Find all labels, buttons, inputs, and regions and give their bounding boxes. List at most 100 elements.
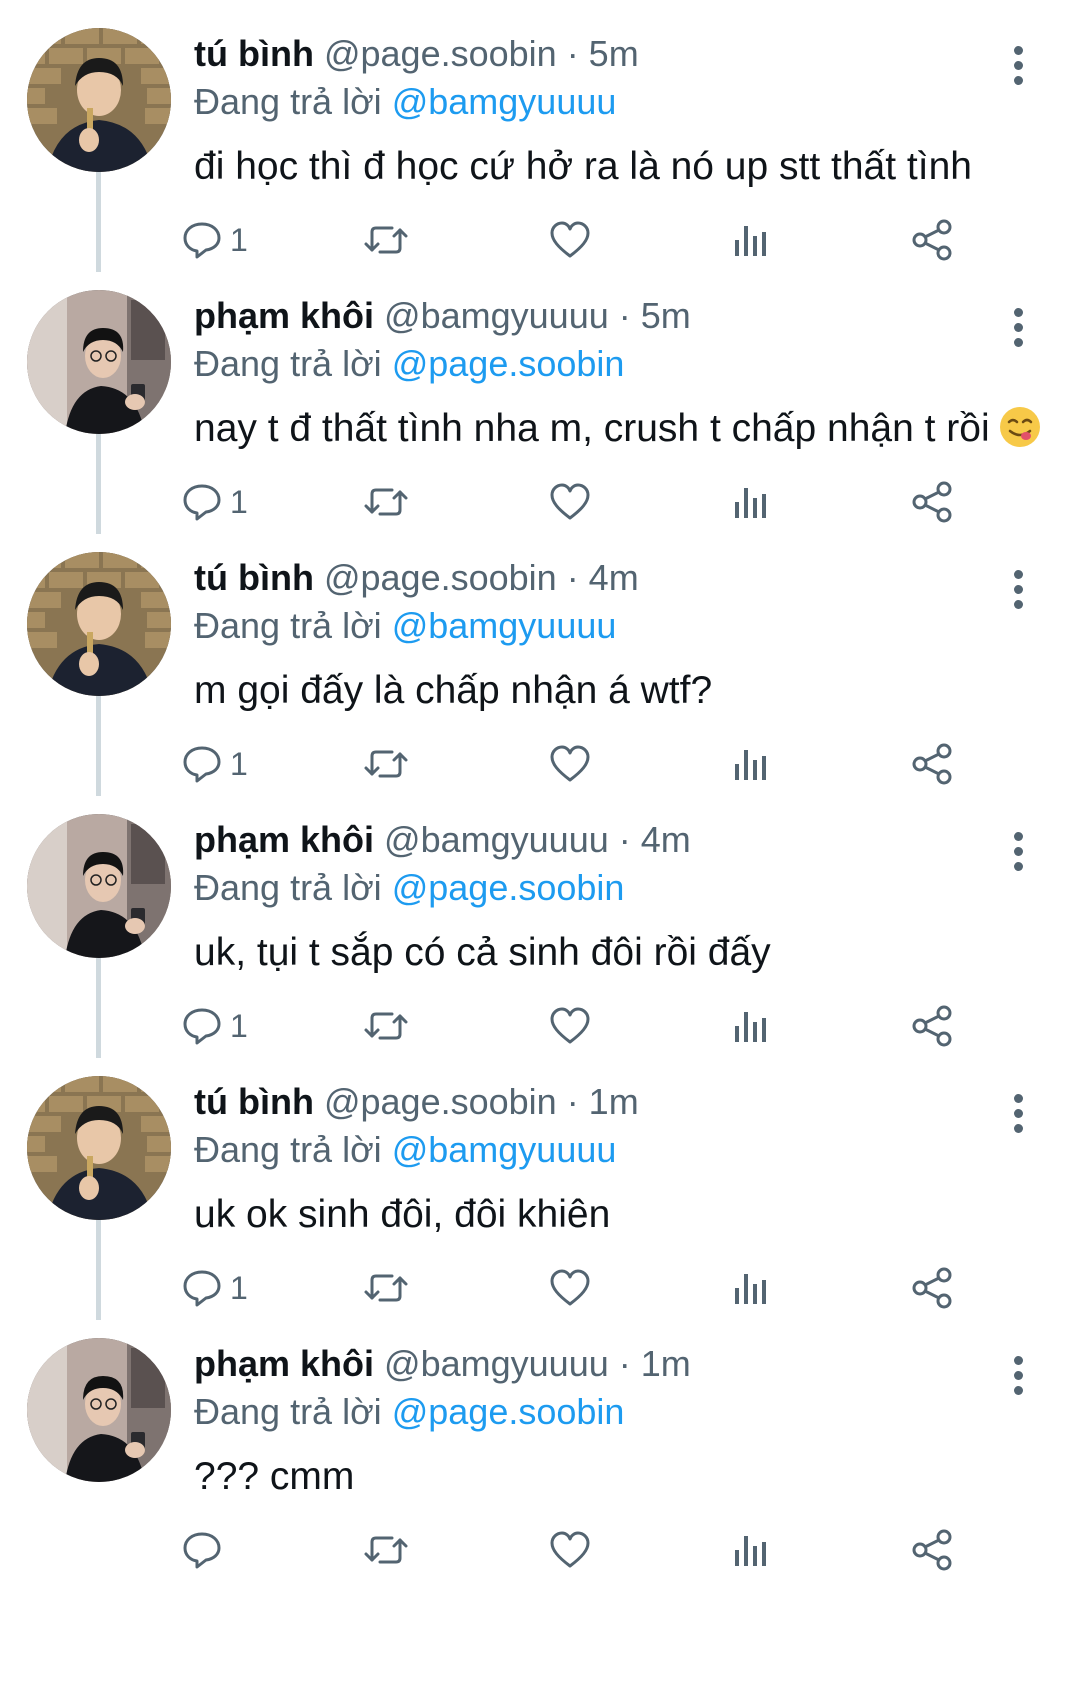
more-icon[interactable] <box>1006 308 1030 348</box>
avatar-tu-binh[interactable] <box>27 1076 171 1220</box>
retweet-icon <box>362 480 410 524</box>
reply-button[interactable]: 1 <box>180 210 248 270</box>
tweet-text-content: uk ok sinh đôi, đôi khiên <box>194 1193 611 1236</box>
mention-link[interactable]: @bamgyuuuu <box>392 81 617 122</box>
more-icon[interactable] <box>1006 1356 1030 1396</box>
share-button[interactable] <box>910 1258 956 1318</box>
analytics-button[interactable] <box>730 734 770 794</box>
avatar-pham-khoi[interactable] <box>27 290 171 434</box>
tweet-actions: 1 <box>0 210 1080 270</box>
tweet-header: phạm khôi @bamgyuuuu · 5m <box>194 294 990 338</box>
like-button[interactable] <box>548 1258 592 1318</box>
like-button[interactable] <box>548 1520 592 1580</box>
analytics-icon <box>730 480 770 524</box>
share-icon <box>910 1004 956 1048</box>
reply-icon <box>180 1266 224 1310</box>
share-button[interactable] <box>910 1520 956 1580</box>
tweet[interactable]: tú bình @page.soobin · 4m Đang trả lời @b… <box>0 542 1080 824</box>
replying-to-label: Đang trả lời <box>194 867 382 908</box>
handle-and-time: @page.soobin · 5m <box>323 33 639 74</box>
display-name[interactable]: phạm khôi <box>194 1343 374 1384</box>
analytics-icon <box>730 1004 770 1048</box>
retweet-button[interactable] <box>362 1520 410 1580</box>
retweet-button[interactable] <box>362 472 410 532</box>
tweet-text-content: m gọi đấy là chấp nhận á wtf? <box>194 669 713 712</box>
reply-button[interactable] <box>180 1520 230 1580</box>
mention-link[interactable]: @page.soobin <box>392 867 625 908</box>
face-savoring-food-emoji <box>998 405 1042 449</box>
like-button[interactable] <box>548 996 592 1056</box>
display-name[interactable]: phạm khôi <box>194 295 374 336</box>
replying-to-label: Đang trả lời <box>194 81 382 122</box>
display-name[interactable]: tú bình <box>194 1081 314 1122</box>
replying-to: Đang trả lời @page.soobin <box>194 866 624 910</box>
avatar-tu-binh[interactable] <box>27 552 171 696</box>
analytics-button[interactable] <box>730 1520 770 1580</box>
reply-button[interactable]: 1 <box>180 472 248 532</box>
reply-count: 1 <box>230 745 248 782</box>
retweet-icon <box>362 742 410 786</box>
analytics-button[interactable] <box>730 472 770 532</box>
reply-button[interactable]: 1 <box>180 734 248 794</box>
replying-to-label: Đang trả lời <box>194 605 382 646</box>
tweet-header: phạm khôi @bamgyuuuu · 4m <box>194 818 990 862</box>
like-icon <box>548 1266 592 1310</box>
mention-link[interactable]: @page.soobin <box>392 343 625 384</box>
reply-button[interactable]: 1 <box>180 996 248 1056</box>
avatar-pham-khoi[interactable] <box>27 1338 171 1482</box>
share-button[interactable] <box>910 210 956 270</box>
display-name[interactable]: tú bình <box>194 33 314 74</box>
tweet-header: tú bình @page.soobin · 4m <box>194 556 990 600</box>
mention-link[interactable]: @page.soobin <box>392 1391 625 1432</box>
analytics-button[interactable] <box>730 996 770 1056</box>
share-button[interactable] <box>910 734 956 794</box>
like-button[interactable] <box>548 210 592 270</box>
like-icon <box>548 480 592 524</box>
tweet[interactable]: tú bình @page.soobin · 5m Đang trả lời @b… <box>0 18 1080 300</box>
analytics-button[interactable] <box>730 1258 770 1318</box>
replying-to: Đang trả lời @page.soobin <box>194 1390 624 1434</box>
analytics-icon <box>730 1266 770 1310</box>
retweet-button[interactable] <box>362 734 410 794</box>
tweet[interactable]: tú bình @page.soobin · 1m Đang trả lời @b… <box>0 1066 1080 1348</box>
tweet-actions: 1 <box>0 1258 1080 1318</box>
like-button[interactable] <box>548 472 592 532</box>
handle-and-time: @bamgyuuuu · 4m <box>384 819 691 860</box>
reply-button[interactable]: 1 <box>180 1258 248 1318</box>
like-button[interactable] <box>548 734 592 794</box>
tweet[interactable]: phạm khôi @bamgyuuuu · 5m Đang trả lời @p… <box>0 280 1080 562</box>
tweet-text: nay t đ thất tình nha m, crush t chấp nh… <box>194 405 1042 453</box>
handle-and-time: @page.soobin · 1m <box>323 1081 639 1122</box>
analytics-button[interactable] <box>730 210 770 270</box>
replying-to: Đang trả lời @page.soobin <box>194 342 624 386</box>
handle-and-time: @page.soobin · 4m <box>323 557 639 598</box>
handle-and-time: @bamgyuuuu · 5m <box>384 295 691 336</box>
retweet-button[interactable] <box>362 210 410 270</box>
more-icon[interactable] <box>1006 46 1030 86</box>
mention-link[interactable]: @bamgyuuuu <box>392 605 617 646</box>
share-button[interactable] <box>910 472 956 532</box>
tweet-text: đi học thì đ học cứ hở ra là nó up stt t… <box>194 143 972 191</box>
display-name[interactable]: phạm khôi <box>194 819 374 860</box>
tweet-text: uk ok sinh đôi, đôi khiên <box>194 1191 610 1239</box>
avatar-tu-binh[interactable] <box>27 28 171 172</box>
share-button[interactable] <box>910 996 956 1056</box>
more-icon[interactable] <box>1006 1094 1030 1134</box>
display-name[interactable]: tú bình <box>194 557 314 598</box>
reply-icon <box>180 480 224 524</box>
retweet-icon <box>362 1004 410 1048</box>
more-icon[interactable] <box>1006 832 1030 872</box>
tweet[interactable]: phạm khôi @bamgyuuuu · 1m Đang trả lời @p… <box>0 1328 1080 1610</box>
analytics-icon <box>730 742 770 786</box>
like-icon <box>548 218 592 262</box>
reply-icon <box>180 742 224 786</box>
retweet-button[interactable] <box>362 996 410 1056</box>
reply-count: 1 <box>230 1007 248 1044</box>
mention-link[interactable]: @bamgyuuuu <box>392 1129 617 1170</box>
like-icon <box>548 1528 592 1572</box>
more-icon[interactable] <box>1006 570 1030 610</box>
avatar-pham-khoi[interactable] <box>27 814 171 958</box>
tweet[interactable]: phạm khôi @bamgyuuuu · 4m Đang trả lời @p… <box>0 804 1080 1086</box>
retweet-button[interactable] <box>362 1258 410 1318</box>
like-icon <box>548 1004 592 1048</box>
